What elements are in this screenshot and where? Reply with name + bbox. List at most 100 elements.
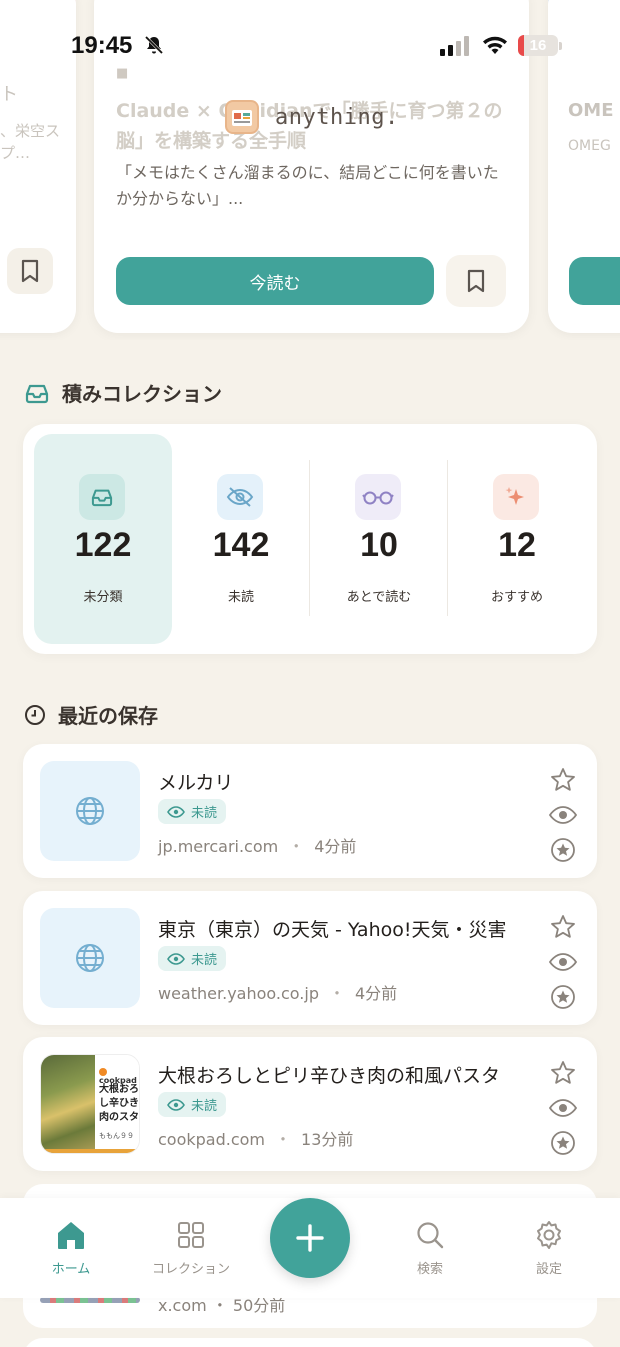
tab-search-label: 検索 [416,1262,443,1277]
bookmark-icon [21,259,39,283]
sparkles-icon [505,487,524,505]
favorite-button[interactable] [547,762,579,797]
recent-header: 最近の保存 [24,700,158,729]
mark-read-button[interactable] [547,944,579,979]
unread-badge-label: 未読 [191,953,218,968]
recent-item-title: 東京（東京）の天気 - Yahoo!天気・災害 [158,919,507,941]
recent-item-time: 4分前 [355,984,398,1003]
globe-icon [76,944,104,972]
collections-panel: 122 未分類 142 未読 10 あとで読む 12 おすすめ [23,424,597,654]
recent-item-thumbnail [40,761,140,861]
featured-card-source: ■ [116,66,129,81]
recent-item-thumbnail: cookpad 大根おろし辛ひき肉のスタ ももん９９ [40,1054,140,1154]
unread-badge-label: 未読 [191,1099,218,1114]
eye-icon [548,1098,578,1117]
tab-search[interactable]: 検索 [380,1218,480,1277]
recent-item-domain: weather.yahoo.co.jp [158,984,319,1003]
favorite-button[interactable] [547,909,579,944]
mark-read-button[interactable] [547,797,579,832]
wifi-icon [483,36,507,54]
collection-unread-icon-box [217,474,263,520]
bell-slash-icon [144,35,164,55]
collections-header: 積みコレクション [24,378,222,407]
collection-label: あとで読む [346,590,412,605]
collection-recommended[interactable]: 12 おすすめ [448,434,586,644]
recent-item-thumbnail [40,908,140,1008]
gear-icon [537,1221,561,1249]
app-logo: anything. [225,100,399,134]
recent-item-title: 大根おろしとピリ辛ひき肉の和風パスタ [158,1065,501,1087]
tab-collections[interactable]: コレクション [141,1218,241,1277]
eye-icon [167,952,185,965]
recent-item-meta: weather.yahoo.co.jp ・ 4分前 [158,980,397,1004]
recent-item-time: 4分前 [314,837,357,856]
recommend-button[interactable] [547,1125,579,1160]
star-circle-icon [551,1130,575,1155]
meta-separator: ・ [328,984,345,1003]
recent-item[interactable] [23,1338,597,1347]
eye-icon [548,805,578,824]
eye-icon [167,805,185,818]
tab-home[interactable]: ホーム [21,1218,121,1277]
recent-item-time: 13分前 [301,1130,354,1149]
previous-card-desc: 、栄空スプ… [0,122,61,162]
recent-heading: 最近の保存 [58,704,158,728]
meta-separator: ・ [288,837,305,856]
recent-item[interactable]: cookpad 大根おろし辛ひき肉のスタ ももん９９ 大根おろしとピリ辛ひき肉の… [23,1037,597,1171]
recommend-button[interactable] [547,979,579,1014]
featured-card-description: 「メモはたくさん溜まるのに、結局どこに何を書いたか分からない」... [116,163,499,208]
status-bar: 19:45 16 [0,28,620,64]
collection-uncategorized[interactable]: 122 未分類 [34,434,172,644]
read-now-button[interactable]: 今読む [116,257,434,305]
glasses-icon [362,491,394,505]
inbox-icon [91,489,113,507]
collection-read-later[interactable]: 10 あとで読む [310,434,448,644]
recent-item-domain: cookpad.com [158,1130,266,1149]
inbox-icon [25,384,49,403]
recipe-thumb-title: 大根おろし辛ひき肉のスタ [99,1084,139,1123]
tab-settings-label: 設定 [535,1262,562,1277]
mark-read-button[interactable] [547,1090,579,1125]
collections-heading: 積みコレクション [62,382,222,406]
recent-item[interactable]: 東京（東京）の天気 - Yahoo!天気・災害 未読 weather.yahoo… [23,891,597,1025]
star-icon [551,1060,575,1084]
featured-bookmark-button[interactable] [446,255,506,307]
battery-nub [559,42,562,50]
recent-item-meta: jp.mercari.com ・ 4分前 [158,833,356,857]
star-icon [551,914,575,938]
star-circle-icon [551,837,575,862]
recent-item-actions [547,1055,579,1160]
eye-slash-icon [226,487,254,507]
collection-read-later-icon-box [355,474,401,520]
meta-separator: ・ [275,1130,292,1149]
app-name: anything. [275,104,399,130]
recent-item-meta: cookpad.com ・ 13分前 [158,1126,353,1150]
tab-settings[interactable]: 設定 [499,1218,599,1277]
eye-icon [167,1098,185,1111]
collection-unread[interactable]: 142 未読 [172,434,310,644]
recent-item-actions [547,762,579,867]
collection-count: 10 [360,526,398,564]
unread-badge: 未読 [158,946,227,971]
clock-icon [25,704,45,725]
status-time: 19:45 [71,32,133,59]
favorite-button[interactable] [547,1055,579,1090]
recommend-button[interactable] [547,832,579,867]
collection-recommended-icon-box [493,474,539,520]
previous-card-title: ト [0,84,18,105]
cellular-signal-icon [440,36,469,56]
previous-card-bookmark-button[interactable] [7,248,53,294]
recent-item-title: メルカリ [158,772,234,794]
add-item-button[interactable] [270,1198,350,1278]
plus-icon [296,1224,324,1252]
battery-level: 16 [529,37,547,54]
eye-icon [548,952,578,971]
grid-icon [178,1222,204,1248]
next-card-read-button[interactable] [569,257,620,305]
tab-home-label: ホーム [51,1262,91,1277]
recent-item-actions [547,909,579,1014]
unread-badge-label: 未読 [191,806,218,821]
recent-item[interactable]: メルカリ 未読 jp.mercari.com ・ 4分前 [23,744,597,878]
recipe-thumb-author: ももん９９ [99,1132,134,1140]
home-icon [58,1222,84,1249]
